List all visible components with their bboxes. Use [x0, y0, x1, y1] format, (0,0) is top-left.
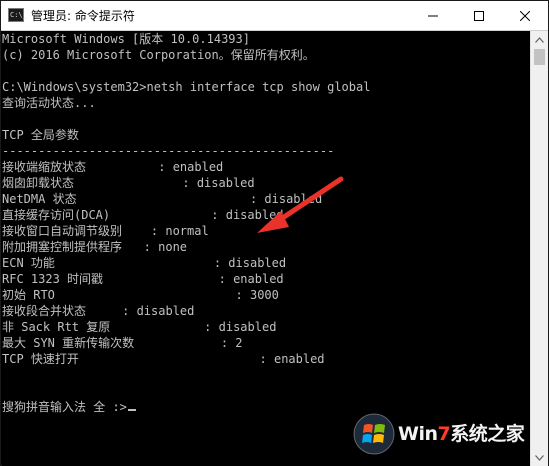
command-prompt-window: C:\_ 管理员: 命令提示符 Microsoft Windows [版本 10… [0, 0, 549, 466]
console-line: 直接缓存访问(DCA) : disabled [2, 208, 284, 222]
maximize-icon [474, 10, 484, 21]
watermark-text: Win7系统之家 [398, 419, 525, 446]
windows-logo-icon [353, 413, 395, 455]
console-line: TCP 全局参数 [2, 128, 79, 142]
ime-status-text: 搜狗拼音输入法 全 :> [2, 400, 127, 414]
console-line: ECN 功能 : disabled [2, 256, 287, 270]
console-line: 接收段合并状态 : disabled [2, 304, 195, 318]
maximize-button[interactable] [456, 1, 502, 30]
console-line: TCP 快速打开 : enabled [2, 352, 325, 366]
window-title: 管理员: 命令提示符 [31, 9, 135, 23]
console-line: Microsoft Windows [版本 10.0.14393] [2, 32, 250, 46]
console-line: 烟囱卸载状态 : disabled [2, 176, 255, 190]
close-button[interactable] [502, 1, 548, 30]
annotation-arrow-icon [257, 176, 344, 233]
console-line: 最大 SYN 重新传输次数 : 2 [2, 336, 243, 350]
site-watermark: Win7系统之家 [353, 409, 549, 459]
watermark-brand-prefix: Win [398, 423, 438, 445]
watermark-brand-seven: 7 [437, 423, 451, 445]
title-bar[interactable]: C:\_ 管理员: 命令提示符 [1, 1, 548, 31]
console-line: 非 Sack Rtt 复原 : disabled [2, 320, 277, 334]
console-line-highlighted: 接收窗口自动调节级别 : normal [2, 224, 209, 238]
console-line: RFC 1323 时间戳 : enabled [2, 272, 284, 286]
console-line: ----------------------------------------… [2, 144, 335, 158]
console-line: 初始 RTO : 3000 [2, 288, 279, 302]
close-icon [520, 10, 530, 21]
cmd-app-icon[interactable]: C:\_ [8, 8, 27, 22]
scroll-up-icon [535, 36, 544, 43]
watermark-brand-suffix: 系统之家 [450, 423, 525, 445]
minimize-button[interactable] [410, 1, 456, 30]
text-cursor [127, 409, 136, 411]
scroll-up-button[interactable] [531, 31, 548, 48]
console-line: 接收端缩放状态 : enabled [2, 160, 224, 174]
console-line: (c) 2016 Microsoft Corporation。保留所有权利。 [2, 48, 315, 62]
console-line: 附加拥塞控制提供程序 : none [2, 240, 188, 254]
vertical-scrollbar[interactable] [530, 31, 548, 466]
minimize-icon [428, 15, 438, 16]
console-line: C:\Windows\system32>netsh interface tcp … [2, 80, 371, 94]
console-output[interactable]: Microsoft Windows [版本 10.0.14393] (c) 20… [2, 31, 530, 466]
console-line: 查询活动状态... [2, 96, 96, 110]
ime-status-line: 搜狗拼音输入法 全 :> [2, 399, 136, 415]
scroll-thumb[interactable] [534, 49, 545, 65]
